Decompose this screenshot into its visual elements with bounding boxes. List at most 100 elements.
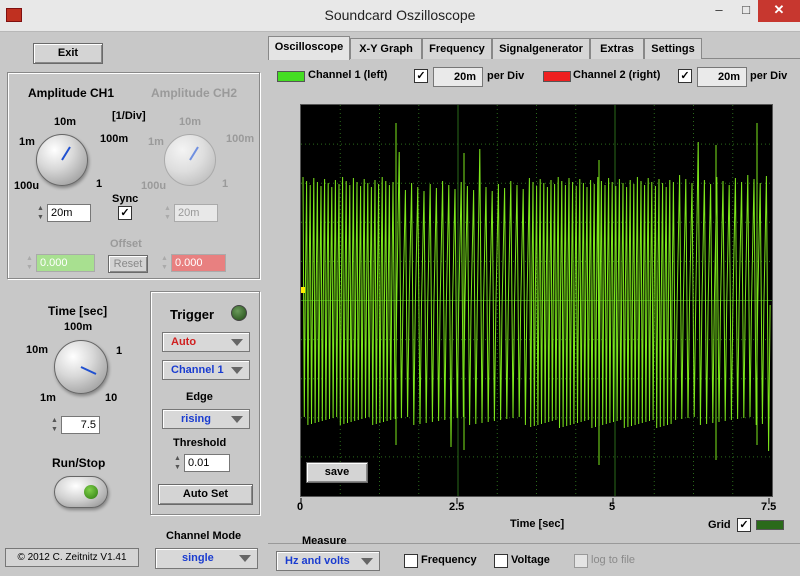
amplitude-ch1-knob[interactable] <box>36 134 88 186</box>
amp-ch1-tick: 10m <box>54 116 77 128</box>
channel1-per-div-value[interactable]: 20m <box>433 67 483 87</box>
maximize-button[interactable]: □ <box>734 0 758 22</box>
grid-checkbox[interactable]: ✓ <box>737 518 751 532</box>
channel2-enable-checkbox[interactable]: ✓ <box>678 69 692 83</box>
time-tick: 10m <box>26 344 49 356</box>
time-tick: 1 <box>116 345 123 357</box>
amp-ch2-spin: ▲ ▼ <box>164 205 171 221</box>
scope-display[interactable] <box>300 104 773 497</box>
channel1-per-div-label: per Div <box>487 70 525 82</box>
x-tick-label: 7.5 <box>761 501 777 513</box>
measure-label: Measure <box>302 535 347 547</box>
channel2-per-div-value[interactable]: 20m <box>697 67 747 87</box>
close-button[interactable]: ✕ <box>758 0 800 22</box>
trigger-mode-value: Auto <box>171 336 197 348</box>
trigger-title: Trigger <box>170 307 215 322</box>
measure-mode-dropdown[interactable]: Hz and volts <box>276 551 380 571</box>
window-title: Soundcard Oszilloscope <box>324 7 476 23</box>
amp-ch1-tick: 100m <box>100 133 129 145</box>
sync-checkbox[interactable]: ✓ <box>118 206 132 220</box>
voltage-checkbox[interactable] <box>494 554 508 568</box>
offset-ch2-value: 0.000 <box>171 254 226 272</box>
channel2-label: Channel 2 (right) <box>573 69 661 81</box>
tab-extras[interactable]: Extras <box>590 38 644 59</box>
measure-divider <box>268 543 800 544</box>
run-led-icon <box>84 485 98 499</box>
amplitude-ch1-value[interactable]: 20m <box>47 204 91 222</box>
minimize-button[interactable]: – <box>704 0 734 22</box>
scope-plot <box>301 105 772 496</box>
channel1-trace <box>302 141 771 452</box>
trigger-led-icon <box>231 305 247 321</box>
amp-ch1-tick: 1 <box>96 178 103 190</box>
trigger-channel-dropdown[interactable]: Channel 1 <box>162 360 250 380</box>
threshold-label: Threshold <box>173 437 227 449</box>
amplitude-ch1-title: Amplitude CH1 <box>28 86 115 100</box>
amp-ch1-spin[interactable]: ▲ ▼ <box>36 204 45 222</box>
amplitude-ch2-value: 20m <box>174 204 218 222</box>
offset-reset-button: Reset <box>108 255 148 273</box>
sync-label: Sync <box>112 193 139 205</box>
offset-label: Offset <box>110 238 142 250</box>
chevron-down-icon <box>361 558 373 565</box>
time-spin[interactable]: ▲ ▼ <box>50 416 59 434</box>
auto-set-button[interactable]: Auto Set <box>158 484 253 505</box>
copyright-label: © 2012 C. Zeitnitz V1.41 <box>5 548 139 567</box>
x-axis <box>300 495 771 504</box>
threshold-spin[interactable]: ▲ ▼ <box>173 454 182 472</box>
channel1-enable-checkbox[interactable]: ✓ <box>414 69 428 83</box>
channel-mode-value: single <box>182 552 214 564</box>
time-tick: 1m <box>40 392 56 404</box>
voltage-checkbox-label: Voltage <box>511 554 550 566</box>
x-tick-label: 0 <box>297 501 304 513</box>
knob-pointer-icon <box>189 146 199 161</box>
x-tick-label: 2.5 <box>449 501 465 513</box>
runstop-button[interactable] <box>54 476 108 508</box>
save-button[interactable]: save <box>306 462 368 483</box>
trigger-group <box>150 291 260 515</box>
amplitude-ch2-title: Amplitude CH2 <box>151 86 238 100</box>
time-value[interactable]: 7.5 <box>61 416 100 434</box>
trigger-mode-dropdown[interactable]: Auto <box>162 332 250 352</box>
edge-value: rising <box>181 413 211 425</box>
grid-color-swatch[interactable] <box>756 520 784 530</box>
chevron-down-icon <box>231 416 243 423</box>
offset-ch1-spin: ▲ ▼ <box>26 255 33 271</box>
chevron-down-icon <box>231 367 243 374</box>
exit-button[interactable]: Exit <box>33 43 103 64</box>
runstop-label: Run/Stop <box>52 456 106 470</box>
offset-ch1-value: 0.000 <box>36 254 95 272</box>
x-axis-label: Time [sec] <box>510 518 565 530</box>
tab-oscilloscope[interactable]: Oscilloscope <box>268 36 350 60</box>
trigger-channel-value: Channel 1 <box>171 364 224 376</box>
log-to-file-checkbox <box>574 554 588 568</box>
amp-ch2-tick: 10m <box>179 116 202 128</box>
chevron-down-icon <box>231 339 243 346</box>
frequency-checkbox[interactable] <box>404 554 418 568</box>
edge-label: Edge <box>186 391 213 403</box>
time-knob[interactable] <box>54 340 108 394</box>
channel-mode-label: Channel Mode <box>166 530 242 542</box>
amp-ch2-tick: 100u <box>141 180 167 192</box>
x-axis-ticks <box>300 498 770 504</box>
channel1-color-swatch <box>277 71 305 82</box>
tab-frequency[interactable]: Frequency <box>422 38 492 59</box>
frequency-checkbox-label: Frequency <box>421 554 477 566</box>
log-to-file-label: log to file <box>591 554 636 566</box>
threshold-value[interactable]: 0.01 <box>184 454 230 472</box>
knob-pointer-icon <box>61 146 71 161</box>
offset-ch2-spin: ▲ ▼ <box>161 255 168 271</box>
edge-dropdown[interactable]: rising <box>162 409 250 429</box>
amplitude-ch2-knob <box>164 134 216 186</box>
tab-settings[interactable]: Settings <box>644 38 702 59</box>
tab-signalgenerator[interactable]: Signalgenerator <box>492 38 590 59</box>
amp-ch1-tick: 100u <box>14 180 40 192</box>
x-tick-label: 5 <box>609 501 616 513</box>
measure-mode-value: Hz and volts <box>285 555 350 567</box>
knob-pointer-icon <box>80 366 97 375</box>
amp-ch2-tick: 100m <box>226 133 255 145</box>
amplitude-unit-label: [1/Div] <box>112 110 146 122</box>
tab-xy-graph[interactable]: X-Y Graph <box>350 38 422 59</box>
time-tick: 10 <box>105 392 118 404</box>
channel-mode-dropdown[interactable]: single <box>155 548 258 569</box>
